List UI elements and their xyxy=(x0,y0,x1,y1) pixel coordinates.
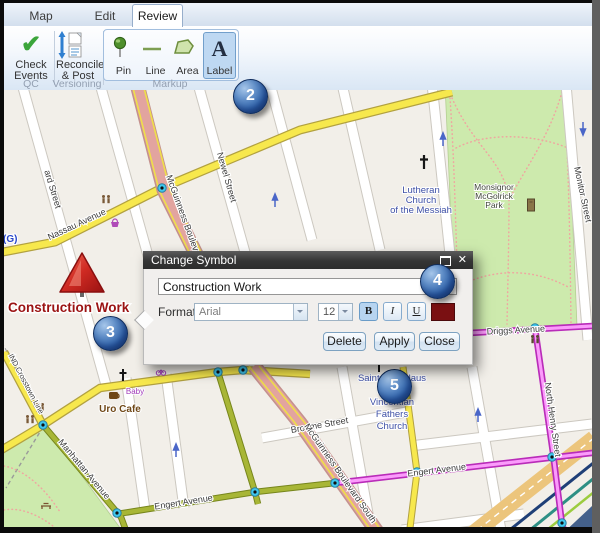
callout-badge-3: 3 xyxy=(93,316,128,351)
font-family-value: Arial xyxy=(199,306,221,318)
chevron-down-icon[interactable] xyxy=(293,304,307,320)
callout-badge-5: 5 xyxy=(377,369,412,404)
ribbon: Map Edit Review ✔ Check Events QC xyxy=(4,3,592,90)
vertex-dot xyxy=(331,479,339,487)
lutheran-label-3: of the Messiah xyxy=(390,205,452,216)
vertex-dot xyxy=(158,184,166,192)
tab-edit[interactable]: Edit xyxy=(84,7,126,25)
dialog-title: Change Symbol xyxy=(151,253,236,267)
label-a-icon: A xyxy=(212,36,228,61)
chevron-down-icon[interactable] xyxy=(338,304,352,320)
line-icon xyxy=(140,33,171,65)
underline-button[interactable]: U xyxy=(407,302,426,321)
baby-label: Baby xyxy=(126,387,144,396)
window-edge xyxy=(592,0,600,533)
dialog-titlebar[interactable]: Change Symbol ✕ xyxy=(143,251,473,269)
area-icon xyxy=(172,33,203,65)
uro-cafe-label: Uro Cafe xyxy=(99,404,141,415)
italic-button[interactable]: I xyxy=(383,302,402,321)
check-icon: ✔ xyxy=(21,31,41,58)
reconcile-icon xyxy=(56,30,100,60)
tab-map[interactable]: Map xyxy=(18,7,64,25)
font-family-select[interactable]: Arial xyxy=(194,303,308,321)
change-symbol-dialog: Change Symbol ✕ Format: Arial 12 B I U D… xyxy=(143,251,473,365)
vertex-dot xyxy=(558,519,566,527)
vertex-dot xyxy=(214,368,222,376)
tab-review[interactable]: Review xyxy=(132,4,183,27)
line-button[interactable]: Line xyxy=(139,32,172,79)
pin-icon xyxy=(108,33,139,65)
close-icon[interactable]: ✕ xyxy=(458,251,467,269)
subway-g-label: (G) xyxy=(4,234,17,245)
area-label: Area xyxy=(176,65,198,77)
callout-badge-4: 4 xyxy=(420,264,455,299)
markup-panel: Pin Line Area A Label xyxy=(103,29,239,81)
pin-button[interactable]: Pin xyxy=(107,32,140,79)
pin-label: Pin xyxy=(116,65,131,77)
color-swatch[interactable] xyxy=(431,303,455,321)
vertex-dot xyxy=(251,488,259,496)
vertex-dot xyxy=(113,509,121,517)
group-label-versioning: Versioning xyxy=(52,78,102,90)
coffee-cup-icon xyxy=(109,392,119,399)
line-label: Line xyxy=(146,65,166,77)
vertex-dot xyxy=(39,421,47,429)
delete-button[interactable]: Delete xyxy=(323,332,366,351)
construction-work-label[interactable]: Construction Work xyxy=(8,300,130,315)
font-size-select[interactable]: 12 xyxy=(318,303,353,321)
group-label-markup: Markup xyxy=(103,78,237,90)
monument-icon xyxy=(528,199,535,211)
vertex-dot xyxy=(239,366,247,374)
reconcile-post-button[interactable]: Reconcile & Post xyxy=(56,30,100,82)
apply-button[interactable]: Apply xyxy=(374,332,415,351)
close-button[interactable]: Close xyxy=(419,332,460,351)
park-label-3: Park xyxy=(485,200,503,210)
area-button[interactable]: Area xyxy=(171,32,204,79)
separator xyxy=(54,31,55,85)
bold-button[interactable]: B xyxy=(359,302,378,321)
ribbon-body: ✔ Check Events QC xyxy=(4,26,592,91)
saint-label-4: Fathers xyxy=(376,409,408,420)
label-text-input[interactable] xyxy=(158,278,457,295)
saint-label-5: Church xyxy=(377,421,408,432)
ribbon-tabstrip: Map Edit Review xyxy=(4,3,592,26)
callout-badge-2: 2 xyxy=(233,79,268,114)
group-label-qc: QC xyxy=(10,78,52,90)
label-button[interactable]: A Label xyxy=(203,32,236,79)
font-size-value: 12 xyxy=(323,306,335,318)
label-label: Label xyxy=(207,65,233,77)
check-events-button[interactable]: ✔ Check Events xyxy=(10,30,52,82)
application-window: Map Edit Review ✔ Check Events QC xyxy=(0,0,600,533)
